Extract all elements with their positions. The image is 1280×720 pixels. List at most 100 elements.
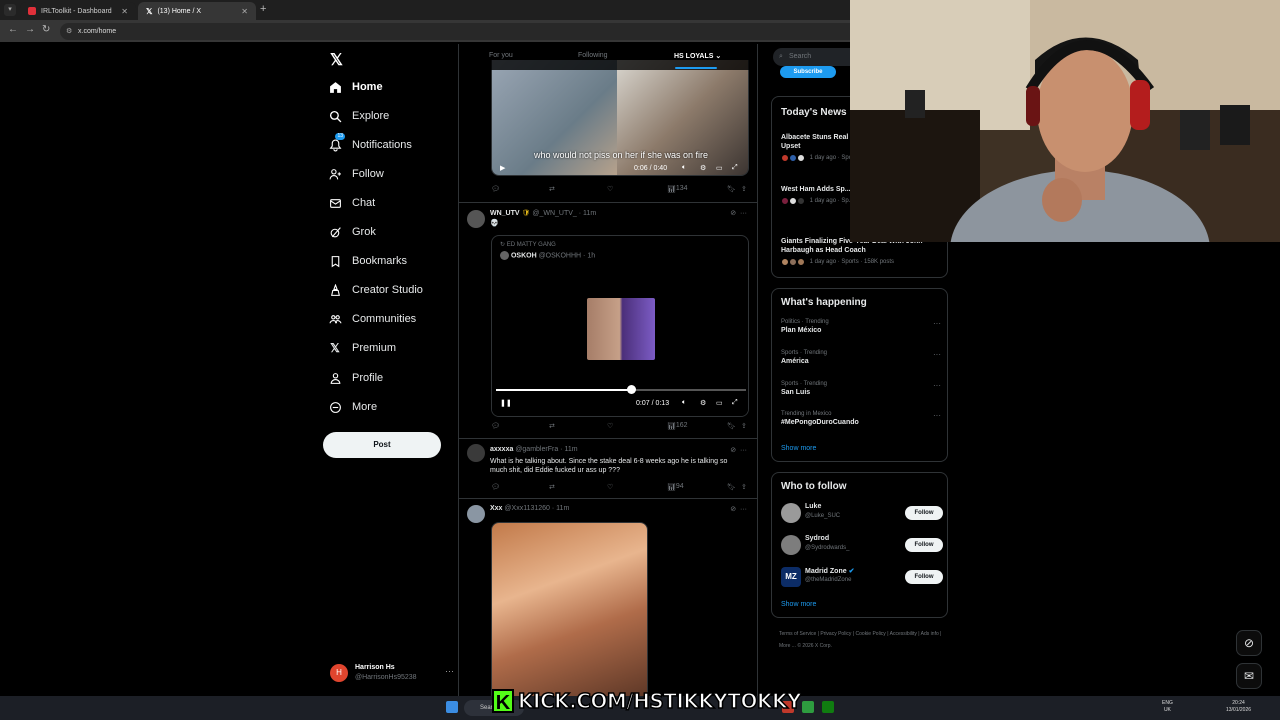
x-logo-icon[interactable]: 𝕏 bbox=[330, 50, 343, 70]
author-handle[interactable]: @gamblerFra bbox=[515, 446, 558, 453]
nav-chat[interactable]: Chat bbox=[328, 192, 375, 214]
fullscreen-icon[interactable]: ⤢ bbox=[732, 164, 738, 172]
tweet-time[interactable]: 11m bbox=[556, 505, 569, 512]
grok-icon[interactable]: ⊘ bbox=[730, 210, 736, 217]
more-options-icon[interactable]: ··· bbox=[933, 350, 941, 359]
reply-icon[interactable]: 💬︎ bbox=[491, 185, 500, 193]
follow-button[interactable]: Follow bbox=[905, 506, 943, 520]
close-tab-icon[interactable]: ✕ bbox=[121, 7, 128, 16]
grok-float-button[interactable]: ⊘ bbox=[1236, 630, 1262, 656]
post-button[interactable]: Post bbox=[323, 432, 441, 458]
nav-more[interactable]: More bbox=[328, 396, 377, 418]
minecraft-icon[interactable] bbox=[802, 701, 814, 713]
tweet-time[interactable]: 11m bbox=[583, 210, 596, 217]
nav-grok[interactable]: Grok bbox=[328, 221, 376, 243]
settings-icon[interactable]: ⚙ bbox=[700, 399, 706, 407]
show-more-link[interactable]: Show more bbox=[781, 445, 816, 452]
volume-icon[interactable]: 🔈︎ bbox=[682, 399, 686, 407]
xbox-icon[interactable] bbox=[822, 701, 834, 713]
footer-link[interactable]: Ads info bbox=[921, 631, 939, 637]
avatar[interactable] bbox=[467, 210, 485, 228]
show-more-link[interactable]: Show more bbox=[781, 601, 816, 608]
nav-profile[interactable]: Profile bbox=[328, 367, 383, 389]
more-options-icon[interactable]: ··· bbox=[740, 447, 747, 454]
messages-float-button[interactable]: ✉ bbox=[1236, 663, 1262, 689]
back-icon[interactable]: ← bbox=[8, 24, 18, 35]
bookmark-icon[interactable]: 🔖︎ bbox=[727, 185, 736, 193]
follow-suggestion[interactable]: Sydrod @Sydrodwards_ Follow bbox=[781, 533, 943, 557]
nav-communities[interactable]: Communities bbox=[328, 308, 416, 330]
avatar[interactable] bbox=[467, 444, 485, 462]
tab-following[interactable]: Following bbox=[578, 52, 608, 59]
reload-icon[interactable]: ↻ bbox=[42, 24, 50, 35]
nav-explore[interactable]: Explore bbox=[328, 105, 389, 127]
play-icon[interactable]: ▶ bbox=[500, 164, 505, 172]
avatar[interactable] bbox=[467, 505, 485, 523]
pip-icon[interactable]: ▭ bbox=[716, 399, 723, 407]
more-options-icon[interactable]: ··· bbox=[933, 381, 941, 390]
new-tab-icon[interactable]: + bbox=[260, 3, 266, 15]
share-icon[interactable]: ⇪ bbox=[741, 185, 747, 193]
author-handle[interactable]: @Xxx1131260 bbox=[504, 505, 550, 512]
video-player[interactable]: who would not piss on her if she was on … bbox=[491, 60, 749, 176]
views-count[interactable]: 📊︎ 134 bbox=[667, 185, 688, 193]
retweet-icon[interactable]: ⇄ bbox=[549, 483, 555, 491]
views-count[interactable]: 📊︎ 94 bbox=[667, 483, 684, 491]
tweet-image[interactable] bbox=[491, 522, 648, 696]
more-options-icon[interactable]: ··· bbox=[445, 666, 454, 676]
reply-icon[interactable]: 💬︎ bbox=[491, 483, 500, 491]
url-field[interactable]: ⚙ x.com/home bbox=[60, 23, 860, 40]
nav-premium[interactable]: 𝕏 Premium bbox=[328, 337, 396, 359]
more-options-icon[interactable]: ··· bbox=[933, 319, 941, 328]
clock[interactable]: 20:24 13/01/2026 bbox=[1226, 700, 1251, 714]
bookmark-icon[interactable]: 🔖︎ bbox=[727, 422, 736, 430]
video-progress-knob[interactable] bbox=[626, 385, 636, 394]
subscribe-button[interactable]: Subscribe bbox=[780, 66, 836, 78]
grok-icon[interactable]: ⊘ bbox=[730, 506, 736, 513]
retweet-icon[interactable]: ⇄ bbox=[549, 422, 555, 430]
footer-link[interactable]: Terms of Service bbox=[779, 631, 816, 637]
author-handle[interactable]: @_WN_UTV_ bbox=[532, 210, 576, 217]
views-count[interactable]: 📊︎ 162 bbox=[667, 422, 688, 430]
more-options-icon[interactable]: ··· bbox=[740, 210, 747, 217]
trend-item[interactable]: Sports · Trending América ··· bbox=[781, 350, 941, 365]
windows-start-icon[interactable] bbox=[446, 701, 458, 713]
tab-menu-icon[interactable]: ▾ bbox=[4, 4, 16, 16]
trend-item[interactable]: Politics · Trending Plan México ··· bbox=[781, 319, 941, 334]
share-icon[interactable]: ⇪ bbox=[741, 422, 747, 430]
browser-tab-irltoolkit[interactable]: IRLToolkit - Dashboard ✕ bbox=[20, 2, 136, 20]
like-icon[interactable]: ♡ bbox=[607, 483, 613, 491]
trend-item[interactable]: Trending in Mexico #MePongoDuroCuando ··… bbox=[781, 411, 941, 426]
settings-icon[interactable]: ⚙ bbox=[700, 164, 706, 172]
follow-suggestion[interactable]: Luke @Luke_SUC Follow bbox=[781, 501, 943, 525]
grok-icon[interactable]: ⊘ bbox=[730, 447, 736, 454]
account-switcher[interactable]: H Harrison Hs @HarrisonHs95238 ··· bbox=[330, 664, 454, 686]
nav-creator-studio[interactable]: Creator Studio bbox=[328, 279, 423, 301]
tab-for-you[interactable]: For you bbox=[489, 52, 513, 59]
author-name[interactable]: axxxxa bbox=[490, 446, 513, 453]
retweet-icon[interactable]: ⇄ bbox=[549, 185, 555, 193]
close-tab-icon[interactable]: ✕ bbox=[241, 7, 248, 16]
author-name[interactable]: WN_UTV bbox=[490, 210, 520, 217]
volume-icon[interactable]: 🔈︎ bbox=[682, 164, 686, 172]
quoted-tweet[interactable]: ↻ ED MATTY GANG OSKOH @OSKOHHH · 1h ❚❚ 0… bbox=[491, 235, 749, 417]
share-icon[interactable]: ⇪ bbox=[741, 483, 747, 491]
site-info-icon[interactable]: ⚙ bbox=[66, 23, 72, 40]
author-name[interactable]: Xxx bbox=[490, 505, 502, 512]
fullscreen-icon[interactable]: ⤢ bbox=[732, 399, 738, 407]
browser-tab-x-home[interactable]: 𝕏 (13) Home / X ✕ bbox=[138, 2, 256, 20]
reply-icon[interactable]: 💬︎ bbox=[491, 422, 500, 430]
forward-icon[interactable]: → bbox=[25, 24, 35, 35]
footer-link[interactable]: Cookie Policy bbox=[856, 631, 886, 637]
footer-link[interactable]: Privacy Policy bbox=[820, 631, 851, 637]
trend-item[interactable]: Sports · Trending San Luis ··· bbox=[781, 381, 941, 396]
like-icon[interactable]: ♡ bbox=[607, 185, 613, 193]
follow-button[interactable]: Follow bbox=[905, 538, 943, 552]
follow-suggestion[interactable]: MZ Madrid Zone ✔ @theMadridZone Follow bbox=[781, 565, 943, 589]
pause-icon[interactable]: ❚❚ bbox=[500, 399, 512, 407]
video-player[interactable]: ❚❚ 0:07 / 0:13 🔈︎ ⚙ ▭ ⤢ bbox=[492, 272, 748, 416]
follow-button[interactable]: Follow bbox=[905, 570, 943, 584]
nav-notifications[interactable]: 13 Notifications bbox=[328, 133, 412, 156]
language-indicator[interactable]: ENG UK bbox=[1162, 700, 1173, 714]
nav-follow[interactable]: Follow bbox=[328, 163, 384, 185]
